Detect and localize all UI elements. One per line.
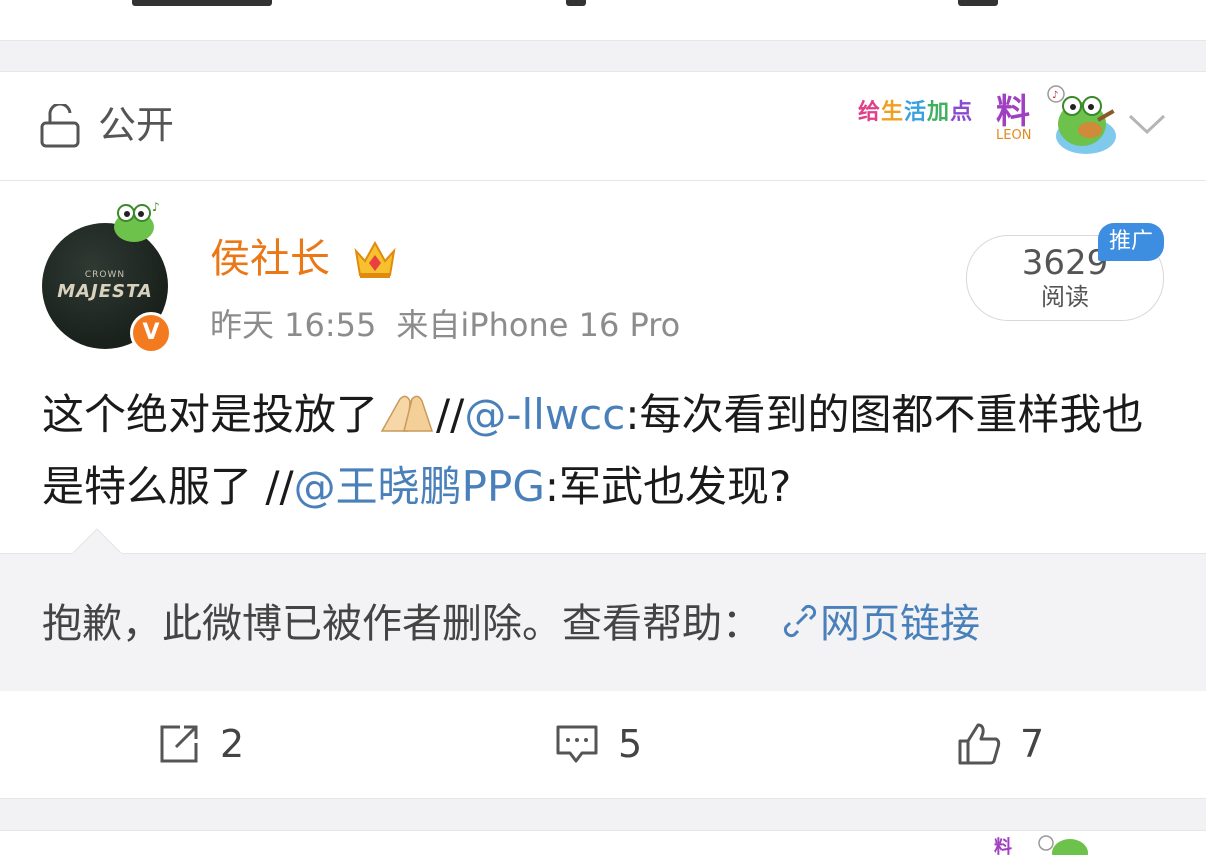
like-button[interactable]: 7 bbox=[956, 719, 1044, 769]
web-link[interactable]: 网页链接 bbox=[780, 601, 980, 647]
mention-link[interactable]: @-llwcc bbox=[464, 390, 625, 439]
visibility-label: 公开 bbox=[98, 103, 175, 147]
post-body: 这个绝对是投放了 //@-llwcc:每次看到的图都不重样我也是特么服了 //@… bbox=[42, 390, 1144, 511]
repost-container[interactable]: 抱歉，此微博已被作者删除。查看帮助： 网页链接 bbox=[0, 528, 1206, 692]
deleted-notice: 抱歉，此微博已被作者删除。查看帮助： 网页链接 bbox=[42, 601, 980, 647]
unlock-icon bbox=[40, 104, 80, 148]
next-card-fragment: 料 bbox=[0, 830, 1206, 855]
share-icon bbox=[160, 725, 198, 763]
thumbs-up-icon bbox=[958, 723, 1001, 765]
previous-card-fragment bbox=[132, 0, 272, 6]
card-separator bbox=[0, 798, 1206, 831]
decorative-sticker: 给生活加点 料 LEON ♪ bbox=[858, 84, 1128, 160]
previous-card-fragment bbox=[566, 0, 586, 6]
repost-button[interactable]: 2 bbox=[156, 719, 244, 769]
avatar-frog-icon: ♪ bbox=[114, 200, 160, 242]
avatar-brand-text: MAJESTA bbox=[57, 281, 153, 302]
chevron-down-icon[interactable] bbox=[1128, 112, 1166, 136]
post-source: 来自iPhone 16 Pro bbox=[396, 306, 681, 344]
visibility-bar[interactable]: 公开 给生活加点 料 LEON ♪ bbox=[0, 71, 1206, 181]
card-separator bbox=[0, 41, 1206, 71]
crown-icon bbox=[354, 240, 396, 278]
frog-guitar-icon: ♪ bbox=[1047, 85, 1116, 154]
post-card: CROWN MAJESTA ♪ V 侯社长 昨天 16:55 来自iPhone 1… bbox=[0, 181, 1206, 798]
mention-link[interactable]: @王晓鹏PPG bbox=[294, 462, 545, 511]
username[interactable]: 侯社长 bbox=[210, 233, 330, 285]
praying-hands-icon bbox=[380, 395, 434, 432]
caret-pointer bbox=[72, 528, 122, 555]
avatar-crown-text: CROWN bbox=[84, 270, 126, 280]
frog-sticker-icon: 料 bbox=[994, 835, 1088, 855]
sticker-text: 给生活加点 bbox=[858, 100, 974, 125]
svg-text:料: 料 bbox=[994, 836, 1012, 855]
svg-text:♪: ♪ bbox=[1052, 90, 1058, 101]
read-count-label: 阅读 bbox=[1041, 283, 1089, 311]
like-count: 7 bbox=[1020, 722, 1045, 766]
comment-count: 5 bbox=[618, 722, 643, 766]
promote-badge[interactable]: 推广 bbox=[1098, 223, 1164, 261]
previous-card-action-bar bbox=[0, 0, 1206, 41]
post-time: 昨天 16:55 bbox=[210, 306, 377, 344]
verified-badge: V bbox=[130, 312, 172, 354]
repost-count: 2 bbox=[220, 722, 245, 766]
comment-icon bbox=[556, 725, 598, 763]
sticker-big-char: 料 bbox=[996, 92, 1030, 132]
sticker-sub-text: LEON bbox=[996, 128, 1032, 143]
post-meta: 昨天 16:55 来自iPhone 16 Pro bbox=[210, 301, 680, 349]
comment-button[interactable]: 5 bbox=[554, 719, 642, 769]
action-bar: 2 5 7 bbox=[0, 691, 1206, 798]
previous-card-fragment bbox=[958, 0, 998, 6]
svg-text:♪: ♪ bbox=[152, 200, 160, 214]
link-icon bbox=[783, 604, 817, 638]
